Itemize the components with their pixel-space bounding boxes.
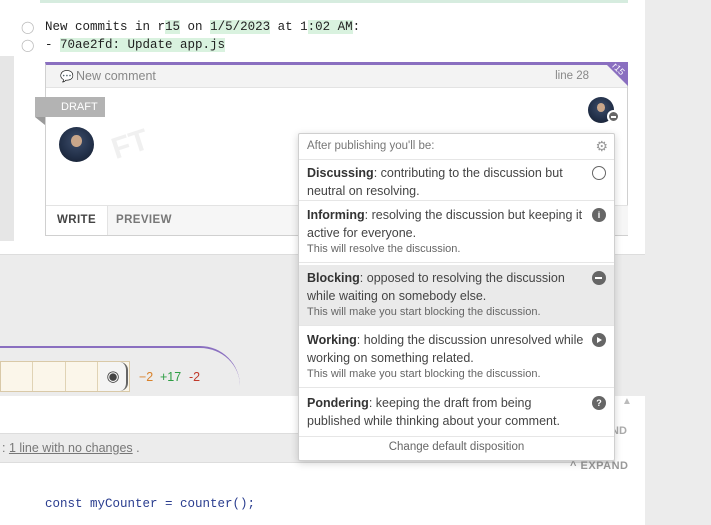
disposition-header: After publishing you'll be: ⚙ — [299, 134, 614, 160]
comment-title: New comment — [76, 69, 156, 83]
option-note: This will make you start blocking the di… — [307, 368, 541, 380]
code-line: const myCounter = counter(); — [45, 497, 256, 511]
chat-bubbles-icon: ◯ — [21, 20, 35, 34]
commit-link[interactable]: 70ae2fd: Update app.js — [60, 38, 226, 52]
eye-icon[interactable]: ◉ — [100, 362, 128, 391]
draft-tag: DRAFT — [35, 97, 105, 117]
option-pondering[interactable]: Pondering: keeping the draft from being … — [299, 390, 614, 437]
play-circle-icon — [592, 333, 606, 347]
change-default-disposition-link[interactable]: Change default disposition — [299, 441, 614, 453]
unchanged-lines-link[interactable]: 1 line with no changes — [9, 441, 133, 455]
minus-circle-icon — [592, 271, 606, 285]
option-working[interactable]: Working: holding the discussion unresolv… — [299, 327, 614, 388]
avatar — [59, 127, 94, 162]
tab-preview[interactable]: PREVIEW — [105, 206, 183, 235]
disposition-menu: After publishing you'll be: ⚙ Discussing… — [298, 133, 615, 461]
revision-box[interactable] — [1, 362, 34, 391]
chevron-up-icon: ▲ — [622, 396, 632, 407]
info-icon: i — [592, 208, 606, 222]
option-name: Pondering — [307, 396, 369, 410]
expand-button[interactable]: ^ EXPAND — [570, 460, 629, 472]
tab-write[interactable]: WRITE — [46, 206, 109, 235]
commit-summary: New commits in r15 on 1/5/2023 at 1:02 A… — [45, 20, 361, 34]
empty-circle-icon — [592, 166, 606, 180]
option-name: Blocking — [307, 271, 360, 285]
option-name: Discussing — [307, 166, 374, 180]
disposition-header-text: After publishing you'll be: — [307, 140, 435, 152]
removed-count: -2 — [189, 370, 201, 384]
blocking-badge-icon — [607, 110, 620, 123]
option-name: Informing — [307, 208, 365, 222]
question-icon: ? — [592, 396, 606, 410]
line-reference[interactable]: line 28 — [555, 70, 589, 82]
chat-bubbles-icon: ◯ — [21, 38, 35, 52]
left-gutter — [0, 56, 14, 241]
option-note: This will make you start blocking the di… — [307, 306, 541, 318]
gear-icon[interactable]: ⚙ — [595, 138, 608, 155]
top-stripe — [40, 0, 628, 3]
option-discussing[interactable]: Discussing: contributing to the discussi… — [299, 160, 614, 201]
option-informing[interactable]: Informing: resolving the discussion but … — [299, 202, 614, 263]
option-note: This will resolve the discussion. — [307, 243, 461, 255]
revision-box[interactable] — [66, 362, 98, 391]
commit-entry: - 70ae2fd: Update app.js — [45, 38, 226, 52]
added-count: +17 — [160, 370, 182, 384]
right-gutter — [645, 0, 711, 525]
comment-bubble-icon: 💬 — [60, 71, 74, 83]
option-name: Working — [307, 333, 357, 347]
draft-tag-fold — [35, 117, 45, 125]
option-blocking[interactable]: Blocking: opposed to resolving the discu… — [299, 265, 614, 326]
revision-box[interactable] — [33, 362, 66, 391]
modified-count: −2 — [139, 370, 154, 384]
comment-header: 💬 New comment line 28 — [46, 65, 627, 88]
